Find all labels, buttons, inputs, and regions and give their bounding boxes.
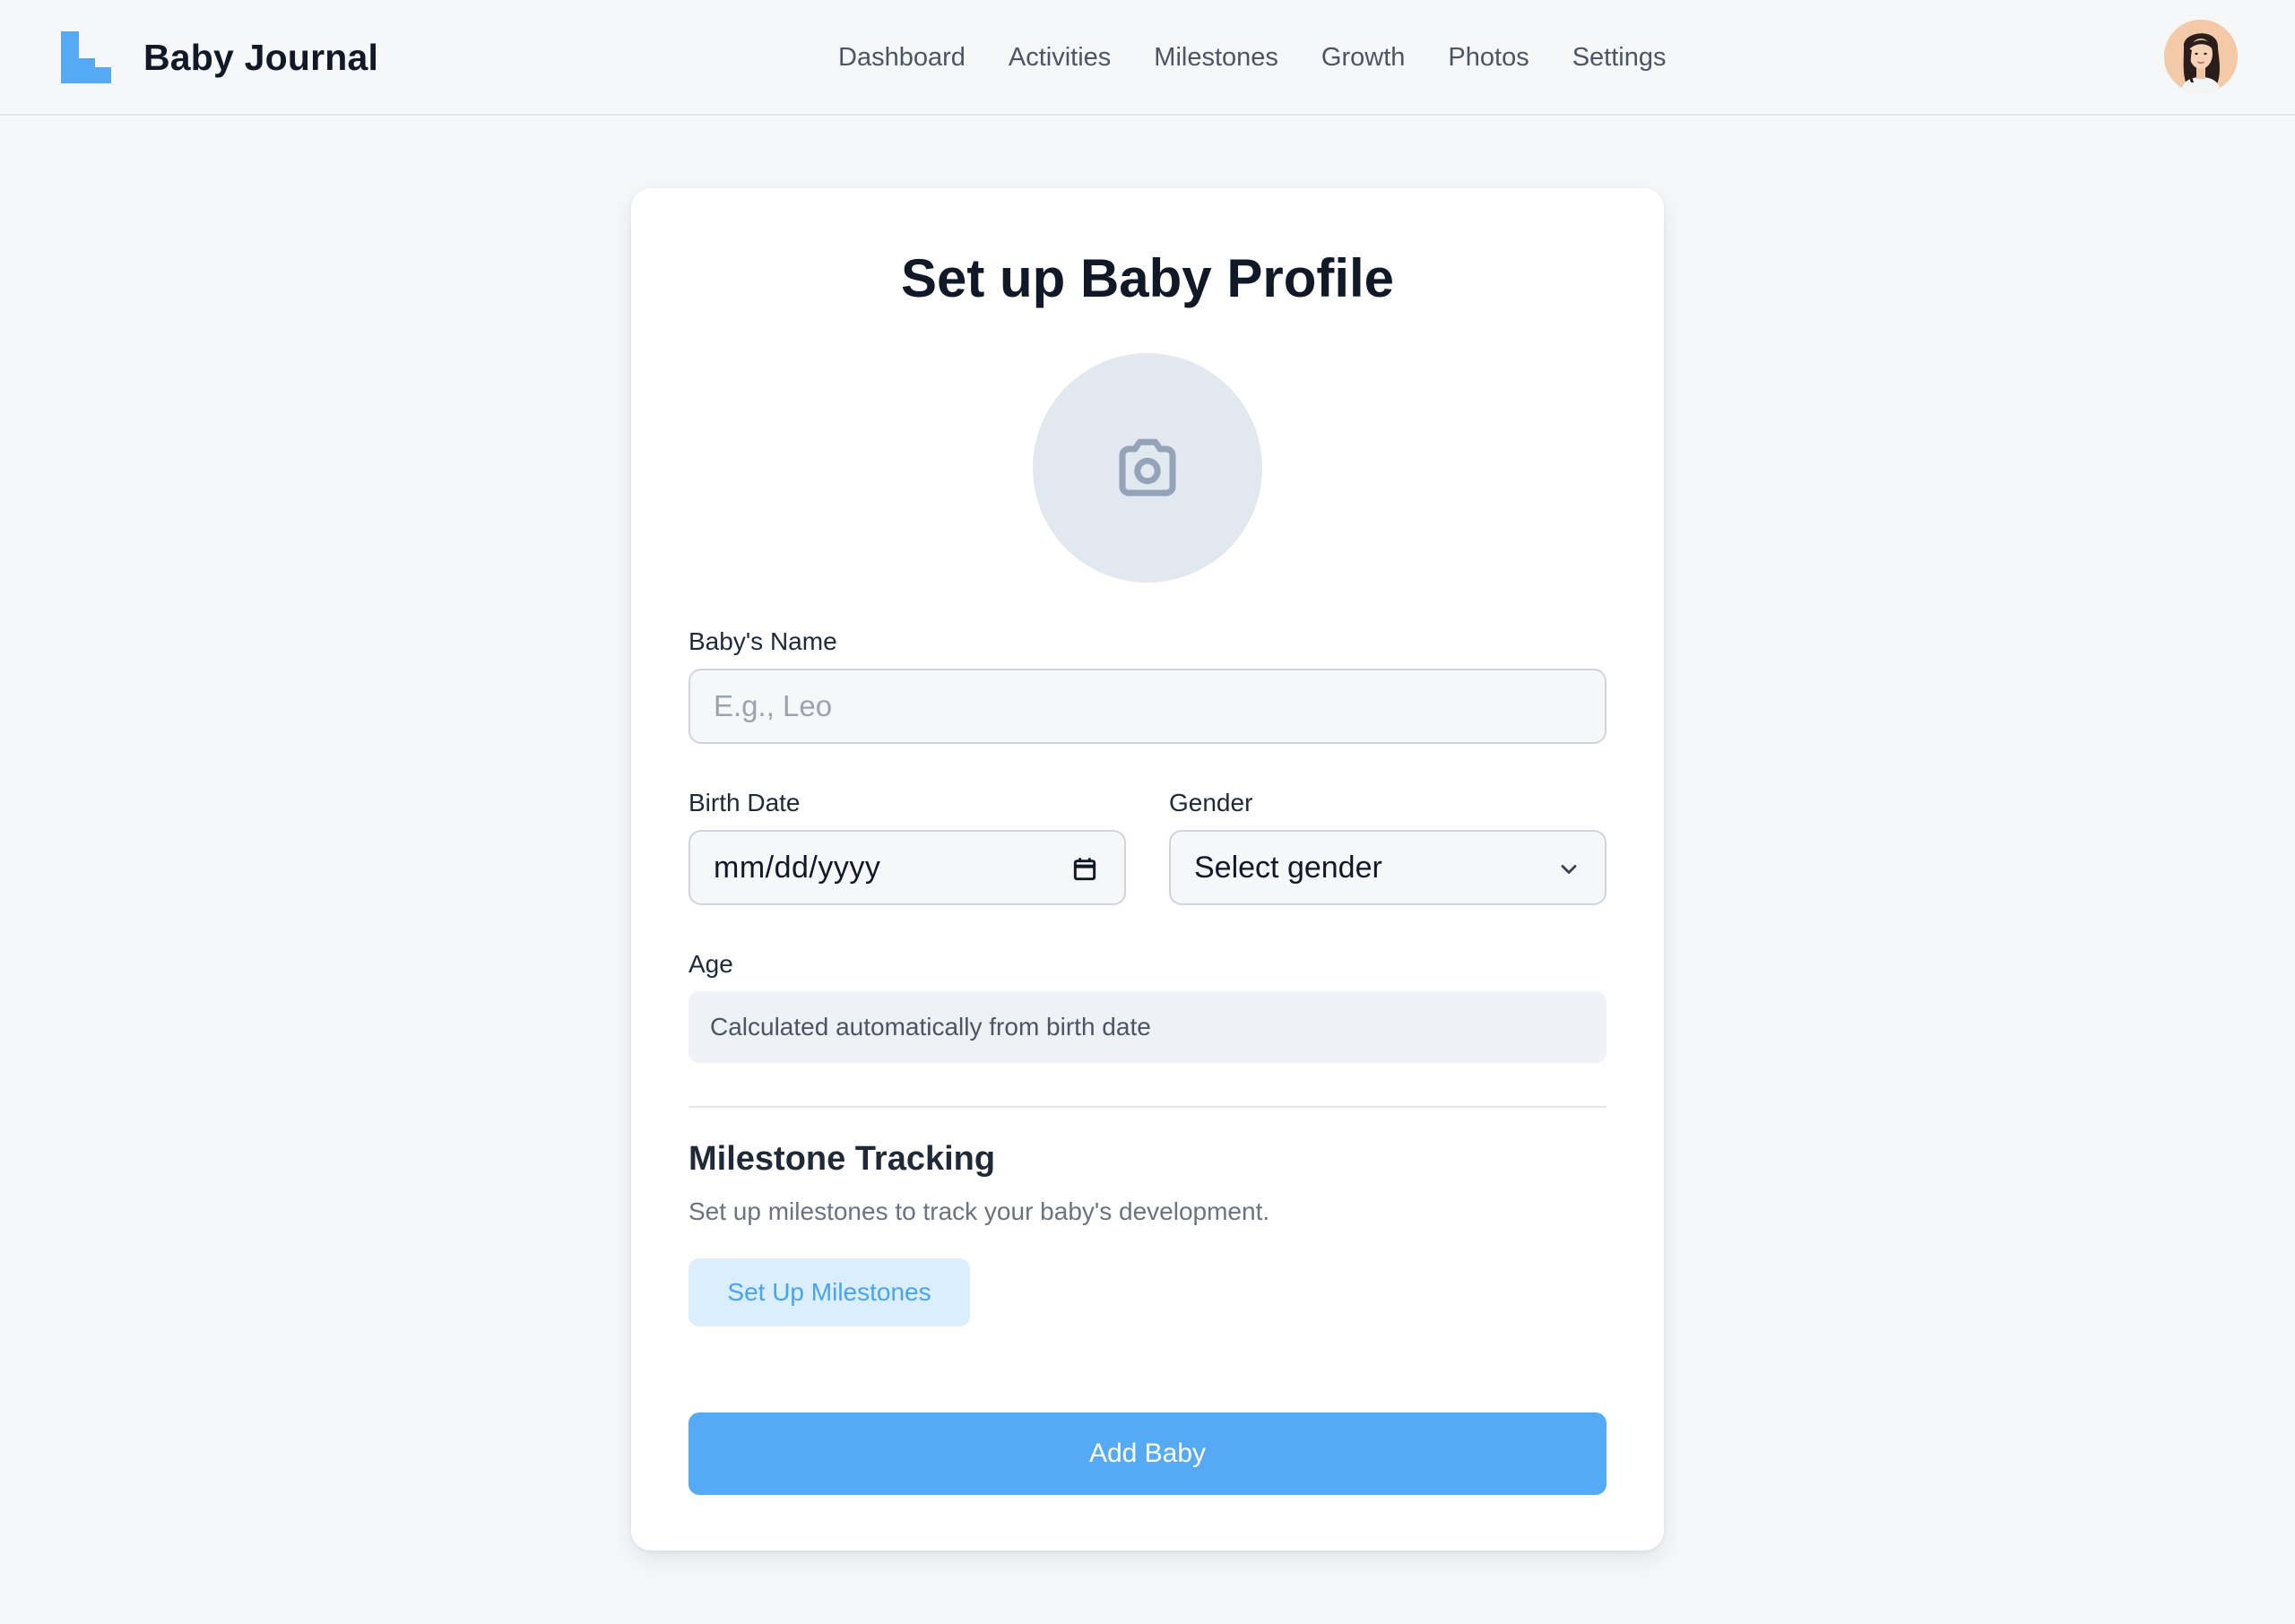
page-title: Set up Baby Profile [900, 248, 1395, 308]
user-avatar[interactable] [2164, 20, 2238, 93]
milestone-section-description: Set up milestones to track your baby's d… [688, 1197, 1270, 1225]
set-up-milestones-button[interactable]: Set Up Milestones [688, 1258, 970, 1326]
nav-item-settings[interactable]: Settings [1572, 43, 1667, 73]
baby-profile-card: Set up Baby Profile Baby's Name Birth Da… [631, 188, 1664, 1551]
age-readonly-field: Calculated automatically from birth date [688, 991, 1606, 1063]
birth-date-input[interactable]: mm/dd/yyyy [688, 830, 1126, 905]
nav-item-growth[interactable]: Growth [1321, 43, 1405, 73]
nav-item-dashboard[interactable]: Dashboard [838, 43, 966, 73]
birth-date-value: mm/dd/yyyy [714, 850, 881, 885]
gender-select[interactable]: Select gender [1169, 830, 1606, 905]
baby-name-label: Baby's Name [688, 627, 837, 655]
nav-item-activities[interactable]: Activities [1009, 43, 1111, 73]
gender-selected-value: Select gender [1194, 850, 1382, 885]
age-label: Age [688, 950, 733, 978]
milestone-section-title: Milestone Tracking [688, 1140, 996, 1178]
calendar-icon[interactable] [1070, 855, 1099, 884]
brand[interactable]: Baby Journal [61, 30, 378, 84]
top-navigation-bar: Baby Journal Dashboard Activities Milest… [0, 0, 2295, 116]
baby-journal-logo-icon [61, 31, 111, 83]
user-avatar-icon [2164, 20, 2238, 93]
camera-icon [1119, 438, 1176, 497]
nav-item-photos[interactable]: Photos [1448, 43, 1529, 73]
birth-date-label: Birth Date [688, 789, 801, 816]
section-divider [688, 1106, 1606, 1108]
baby-name-input[interactable] [688, 669, 1606, 744]
nav-item-milestones[interactable]: Milestones [1154, 43, 1278, 73]
gender-label: Gender [1169, 789, 1253, 816]
chevron-down-icon [1561, 865, 1577, 874]
main-nav: Dashboard Activities Milestones Growth P… [838, 36, 1667, 79]
add-baby-button[interactable]: Add Baby [688, 1412, 1606, 1495]
app-name: Baby Journal [143, 36, 379, 78]
photo-upload-button[interactable] [1033, 353, 1262, 583]
